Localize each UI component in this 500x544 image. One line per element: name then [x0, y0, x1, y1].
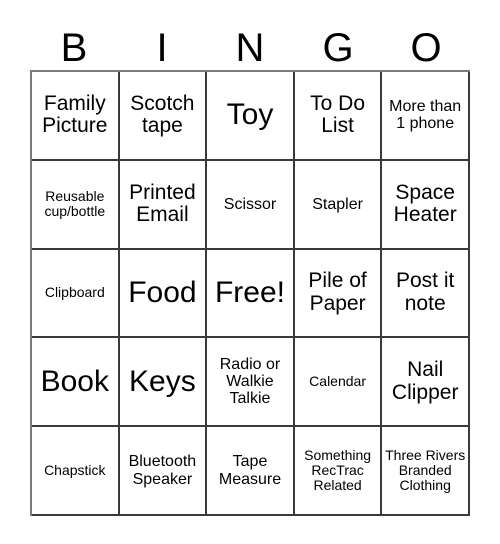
bingo-cell-label: Space Heater — [393, 180, 457, 227]
bingo-cell-label: Book — [40, 364, 109, 398]
bingo-cell-label: Reusable cup/bottle — [44, 188, 106, 220]
bingo-cell-label: Pile of Paper — [308, 269, 367, 315]
bingo-cell[interactable]: Radio or Walkie Talkie — [207, 338, 295, 428]
bingo-cell-label: Something RecTrac Related — [304, 446, 372, 494]
bingo-cell[interactable]: Three Rivers Branded Clothing — [382, 427, 470, 516]
bingo-cell[interactable]: Scissor — [207, 160, 295, 250]
bingo-cell[interactable]: Space Heater — [382, 160, 470, 250]
bingo-cell-label: Family Picture — [42, 91, 108, 138]
bingo-cell-label: Three Rivers Branded Clothing — [385, 446, 466, 494]
bingo-cell[interactable]: Scotch tape — [119, 72, 208, 161]
bingo-cell-label: Keys — [129, 364, 196, 398]
bingo-cell-label: Free! — [214, 275, 285, 309]
bingo-cell[interactable]: Calendar — [294, 338, 383, 428]
bingo-cell-label: Scissor — [223, 195, 277, 213]
bingo-cell-label: Food — [128, 275, 197, 309]
bingo-cell[interactable]: Family Picture — [32, 72, 120, 161]
bingo-header-letter-g: G — [322, 26, 354, 70]
bingo-cell[interactable]: Food — [119, 249, 208, 339]
bingo-cell-label: Clipboard — [44, 284, 105, 301]
bingo-cell-label: Nail Clipper — [391, 358, 459, 404]
bingo-cell[interactable]: Bluetooth Speaker — [119, 427, 208, 516]
bingo-cell-label: Toy — [226, 98, 274, 132]
bingo-cell[interactable]: Post it note — [382, 249, 470, 339]
bingo-cell[interactable]: Toy — [207, 72, 295, 161]
bingo-cell[interactable]: To Do List — [294, 72, 383, 161]
bingo-cell[interactable]: Reusable cup/bottle — [32, 160, 120, 250]
bingo-cell-label: Printed Email — [129, 180, 196, 227]
bingo-cell[interactable]: Clipboard — [32, 249, 120, 339]
bingo-cell[interactable]: Keys — [119, 338, 208, 428]
bingo-header-letter-i: I — [156, 26, 168, 70]
bingo-cell-label: Stapler — [312, 195, 363, 213]
bingo-cell[interactable]: Something RecTrac Related — [294, 427, 383, 516]
bingo-header-letter-b: B — [60, 26, 88, 70]
bingo-cell-label: Radio or Walkie Talkie — [219, 355, 281, 408]
bingo-cell-label: To Do List — [310, 91, 366, 138]
bingo-cell[interactable]: Chapstick — [32, 427, 120, 516]
bingo-cell-label: More than 1 phone — [389, 98, 462, 133]
bingo-card: B I N G O Family Picture Scotch tape Toy To… — [0, 0, 500, 544]
bingo-cell[interactable]: Printed Email — [119, 160, 208, 250]
bingo-cell[interactable]: More than 1 phone — [382, 72, 470, 161]
bingo-header-letter-n: N — [235, 26, 265, 70]
bingo-cell[interactable]: Pile of Paper — [294, 249, 383, 339]
bingo-cell[interactable]: Stapler — [294, 160, 383, 250]
bingo-cell-label: Calendar — [309, 373, 366, 390]
bingo-cell[interactable]: Free! — [207, 249, 295, 339]
bingo-cell-label: Tape Measure — [218, 453, 282, 488]
bingo-cell[interactable]: Book — [32, 338, 120, 428]
bingo-cell[interactable]: Tape Measure — [207, 427, 295, 516]
bingo-cell-label: Scotch tape — [130, 91, 195, 138]
bingo-header: B I N G O — [30, 20, 470, 70]
bingo-header-letter-o: O — [410, 26, 442, 70]
bingo-cell-label: Bluetooth Speaker — [128, 453, 197, 488]
bingo-grid: Family Picture Scotch tape Toy To Do List Mo… — [30, 70, 470, 516]
bingo-cell[interactable]: Nail Clipper — [382, 338, 470, 428]
bingo-cell-label: Chapstick — [44, 462, 106, 479]
bingo-cell-label: Post it note — [396, 269, 455, 315]
